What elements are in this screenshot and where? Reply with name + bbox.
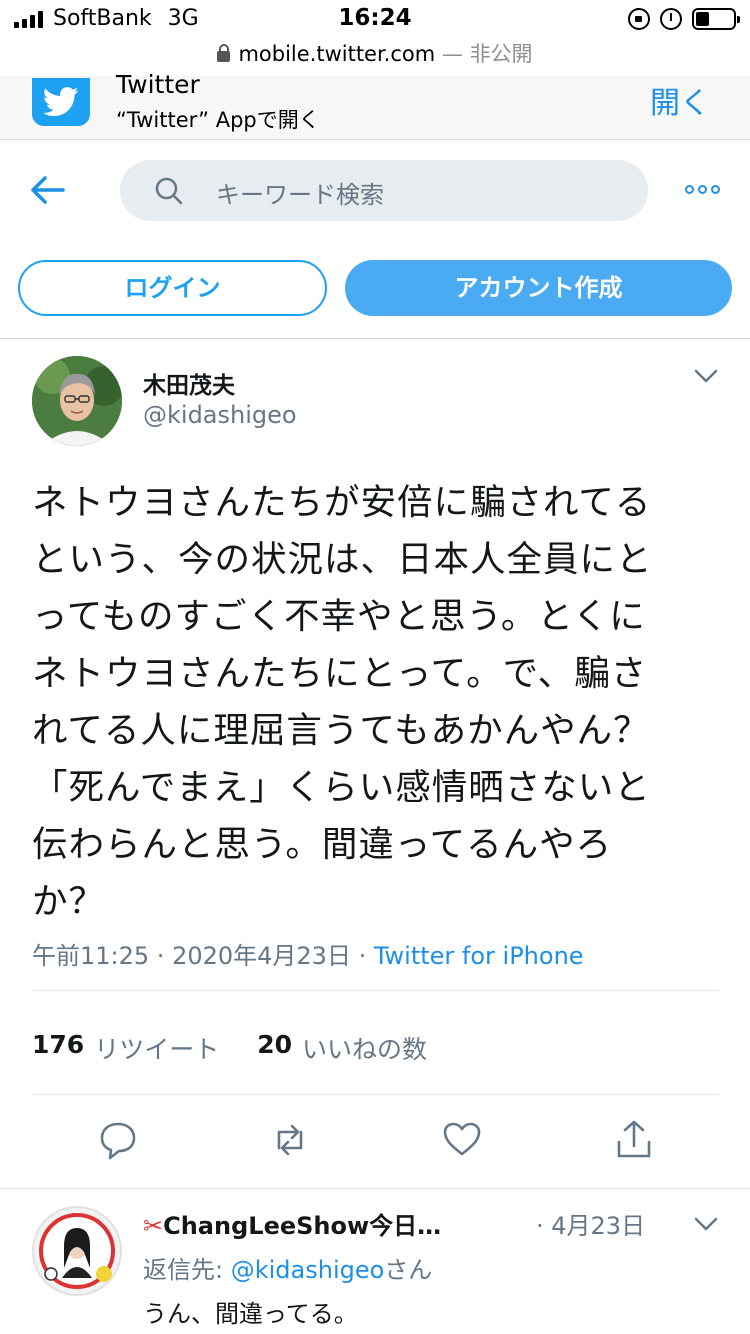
reply-to-suffix: さん (384, 1256, 433, 1284)
tweet-date: 2020年4月23日 (172, 942, 351, 970)
like-count: 20 (257, 1030, 292, 1059)
search-input[interactable]: キーワード検索 (120, 160, 648, 221)
divider (0, 338, 750, 339)
rotation-lock-icon (628, 8, 650, 30)
status-bar: SoftBank 3G 16:24 (0, 0, 750, 40)
reply-author-name-text: ChangLeeShow今日… (163, 1212, 442, 1240)
scissors-emoji-icon: ✂ (143, 1212, 164, 1240)
alarm-icon (660, 8, 682, 30)
tweet-meta: 午前11:25 · 2020年4月23日 · Twitter for iPhon… (32, 936, 584, 971)
tweet-text: ネトウヨさんたちが安倍に騙されてる という、今の状況は、日本人全員にと ってもの… (32, 482, 653, 922)
twitter-bird-icon (43, 87, 79, 117)
retweet-label: リツイート (94, 1035, 220, 1064)
like-stat[interactable]: 20 いいねの数 (257, 1030, 427, 1066)
back-arrow-icon[interactable] (30, 174, 66, 206)
divider (32, 1094, 720, 1095)
reply-text: うん、間違ってる。 (143, 1300, 358, 1328)
retweet-icon[interactable] (270, 1118, 310, 1162)
divider (32, 990, 720, 991)
author-avatar[interactable] (32, 356, 122, 446)
tweet-stats: 176 リツイート 20 いいねの数 (32, 1030, 465, 1066)
app-banner-title: Twitter (116, 70, 200, 99)
retweet-count: 176 (32, 1030, 85, 1059)
signup-button[interactable]: アカウント作成 (345, 260, 732, 316)
reply-mention-link[interactable]: @kidashigeo (231, 1256, 385, 1284)
open-in-app-button[interactable]: 開く (650, 78, 710, 122)
app-banner-subtitle: “Twitter” Appで開く (116, 108, 320, 132)
chevron-down-icon[interactable] (694, 1216, 718, 1232)
search-icon (155, 177, 183, 205)
retweet-stat[interactable]: 176 リツイート (32, 1030, 219, 1066)
auth-buttons: ログイン アカウント作成 (0, 258, 750, 318)
tweet-actions (0, 1118, 750, 1168)
login-button[interactable]: ログイン (18, 260, 327, 316)
lock-icon (217, 44, 231, 62)
url-bar[interactable]: mobile.twitter.com — 非公開 (0, 38, 750, 72)
author-handle[interactable]: @kidashigeo (143, 401, 297, 429)
url-privacy-label: 非公開 (469, 42, 533, 66)
share-icon[interactable] (614, 1118, 654, 1162)
tweet-source-link[interactable]: Twitter for iPhone (374, 942, 584, 970)
tweet-time: 午前11:25 (32, 942, 150, 970)
chevron-down-icon[interactable] (694, 368, 718, 384)
search-placeholder: キーワード検索 (216, 181, 384, 209)
more-options-icon[interactable] (685, 185, 720, 194)
meta-dot: · (149, 942, 173, 970)
like-icon[interactable] (442, 1118, 482, 1162)
meta-dot-2: · (350, 942, 374, 970)
app-banner: Twitter “Twitter” Appで開く 開く (0, 70, 750, 140)
reply-to-prefix: 返信先: (143, 1256, 231, 1284)
url-separator: — (435, 42, 470, 66)
reply-to: 返信先: @kidashigeoさん (143, 1250, 432, 1285)
reply-icon[interactable] (98, 1118, 138, 1162)
battery-icon (692, 8, 740, 30)
status-right (628, 8, 740, 30)
reply-author-name[interactable]: ✂ChangLeeShow今日… (143, 1206, 441, 1241)
reply-date: · 4月23日 (536, 1212, 646, 1240)
url-domain: mobile.twitter.com (238, 42, 436, 66)
twitter-app-icon (32, 78, 90, 126)
search-header: キーワード検索 (0, 140, 750, 240)
divider (0, 1188, 750, 1189)
reply-author-avatar[interactable] (32, 1206, 122, 1296)
like-label: いいねの数 (302, 1035, 428, 1064)
author-name[interactable]: 木田茂夫 (143, 366, 235, 400)
